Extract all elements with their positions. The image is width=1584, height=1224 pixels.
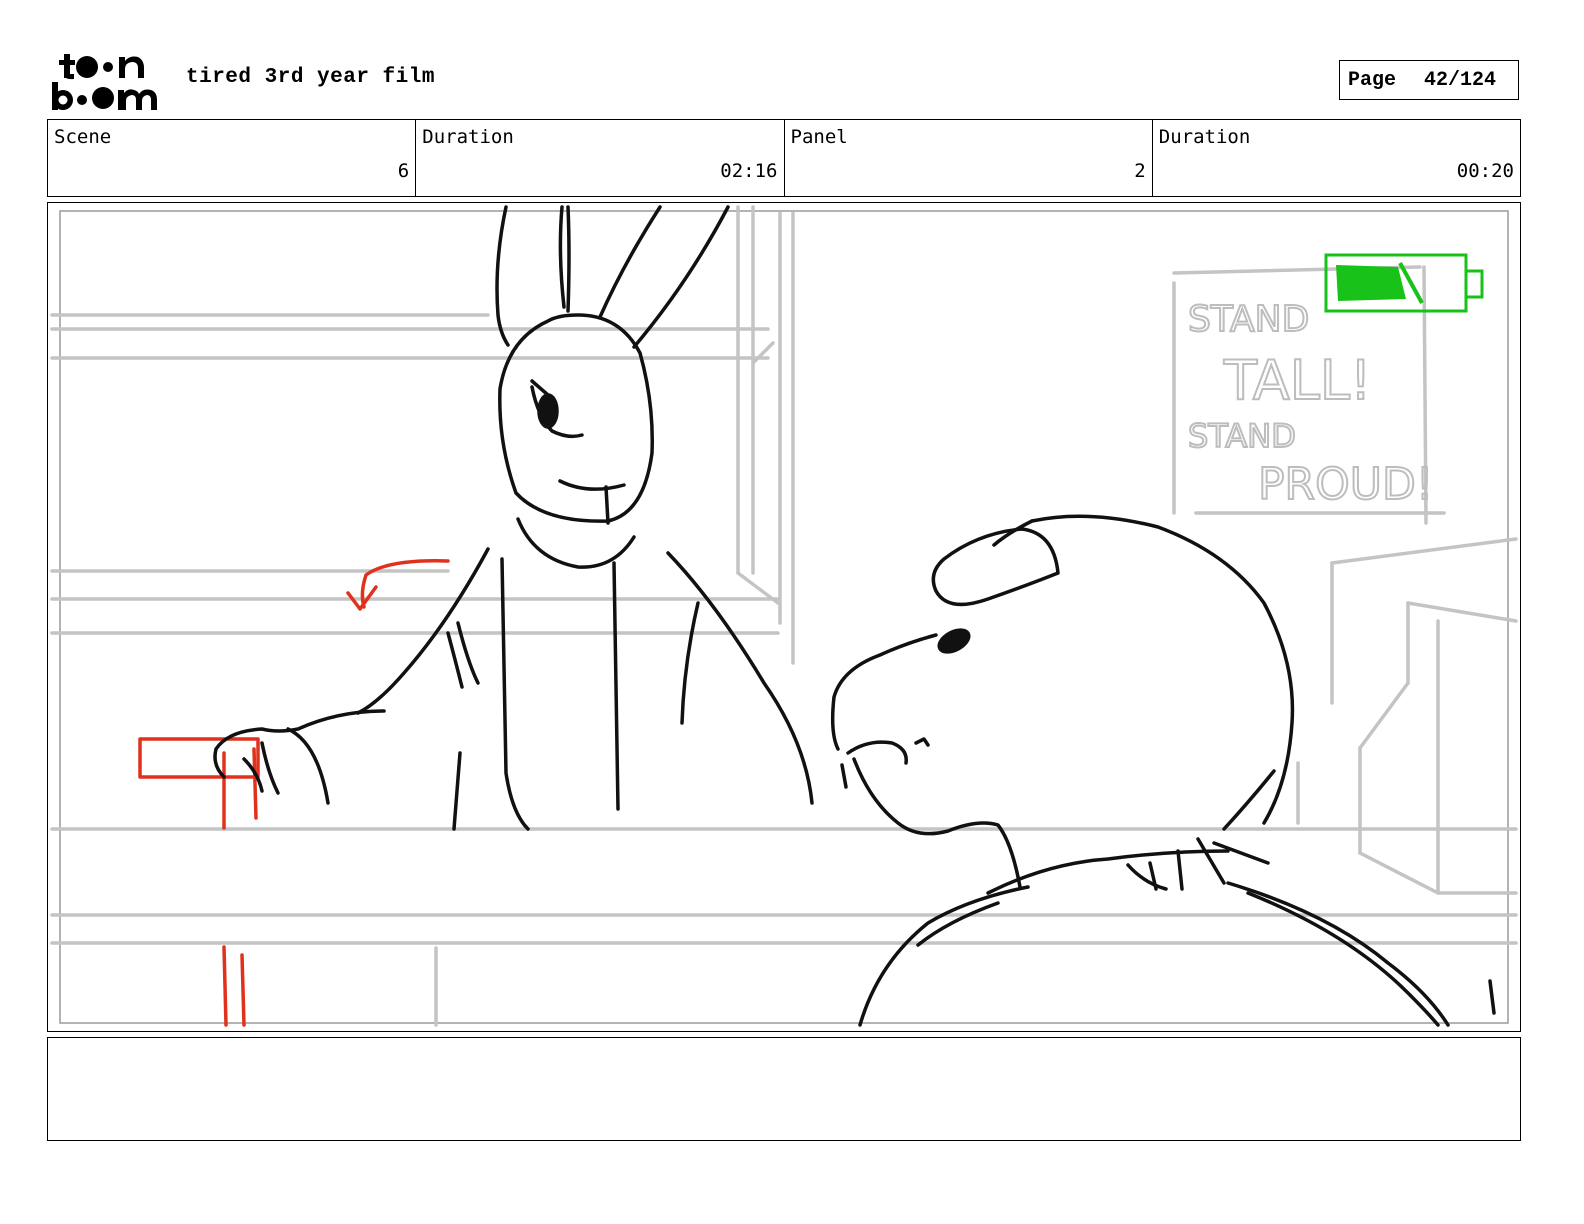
scene-cell: Scene 6 <box>48 120 417 196</box>
svg-text:PROUD!: PROUD! <box>1258 459 1433 510</box>
panel-duration-value: 00:20 <box>1456 160 1514 182</box>
scene-duration-cell: Duration 02:16 <box>416 120 785 196</box>
scene-value: 6 <box>397 160 410 182</box>
notes-box <box>47 1037 1521 1141</box>
svg-text:STAND: STAND <box>1188 299 1309 340</box>
svg-text:TALL!: TALL! <box>1223 349 1372 412</box>
svg-text:STAND: STAND <box>1188 417 1296 455</box>
bear-character <box>830 514 1496 1027</box>
project-title: tired 3rd year film <box>186 66 435 89</box>
panel-value: 2 <box>1134 160 1146 182</box>
battery-icon <box>1324 253 1484 313</box>
panel-duration-label: Duration <box>1158 126 1251 148</box>
poster-text: STAND TALL! STAND PROUD! <box>1187 298 1434 511</box>
scene-label: Scene <box>54 126 112 148</box>
page-number: 42/124 <box>1424 68 1497 92</box>
rabbit-character <box>213 205 814 831</box>
toon-boom-logo <box>52 50 164 112</box>
page-indicator: Page 42/124 <box>1339 60 1519 100</box>
panel-cell: Panel 2 <box>785 120 1153 196</box>
panel-label: Panel <box>790 126 848 148</box>
scene-duration-label: Duration <box>422 126 514 148</box>
storyboard-panel: STAND TALL! STAND PROUD! <box>47 202 1521 1032</box>
red-annotations <box>138 559 450 1027</box>
page-label: Page <box>1348 68 1397 92</box>
scene-duration-value: 02:16 <box>720 160 778 182</box>
panel-info-table: Scene 6 Duration 02:16 Panel 2 Duration … <box>47 119 1521 197</box>
panel-sketch: STAND TALL! STAND PROUD! <box>50 205 1518 1027</box>
panel-duration-cell: Duration 00:20 <box>1153 120 1520 196</box>
